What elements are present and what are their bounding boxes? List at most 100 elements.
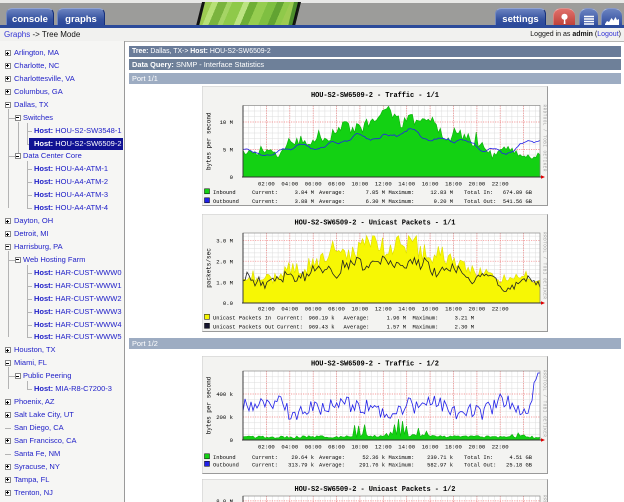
svg-text:bytes per second: bytes per second [206,112,213,170]
svg-text:313.79 k: 313.79 k [288,463,314,469]
svg-text:22:00: 22:00 [492,444,509,451]
svg-text:291.76 k: 291.76 k [359,463,385,469]
svg-text:packets/sec: packets/sec [206,248,213,288]
svg-text:1.96 M: 1.96 M [387,316,406,322]
svg-text:RRDTOOL / TOBI OETIKER: RRDTOOL / TOBI OETIKER [542,370,547,437]
svg-text:HOU-S2-SW6509-2 - Unicast Pack: HOU-S2-SW6509-2 - Unicast Packets - 1/2 [295,486,456,494]
svg-text:674.89 GB: 674.89 GB [503,190,533,196]
svg-text:9.20 M: 9.20 M [434,199,453,205]
svg-text:52.36 k: 52.36 k [362,455,385,461]
svg-text:Average:: Average: [319,199,345,205]
svg-text:Average:: Average: [319,463,345,469]
svg-text:Average:: Average: [319,190,345,196]
svg-text:6.30 M: 6.30 M [366,199,385,205]
svg-text:8.0 M: 8.0 M [216,498,233,502]
svg-text:20:00: 20:00 [469,444,486,451]
svg-text:10:00: 10:00 [352,181,369,188]
svg-text:08:00: 08:00 [328,181,345,188]
svg-text:Current:: Current: [252,190,278,196]
svg-text:12.83 M: 12.83 M [430,190,453,196]
svg-text:400 k: 400 k [216,391,233,398]
svg-text:10 M: 10 M [220,119,233,126]
svg-text:25.18 GB: 25.18 GB [506,463,533,469]
svg-text:14:00: 14:00 [398,306,415,313]
svg-text:3.88 M: 3.88 M [295,199,314,205]
svg-text:Unicast Packets Out: Unicast Packets Out [213,325,274,331]
svg-text:02:00: 02:00 [258,181,275,188]
svg-text:bytes per second: bytes per second [206,376,213,434]
svg-text:3.0 M: 3.0 M [216,238,233,245]
svg-text:18:00: 18:00 [445,181,462,188]
svg-text:16:00: 16:00 [422,306,439,313]
svg-text:04:00: 04:00 [281,181,298,188]
svg-text:02:00: 02:00 [258,306,275,313]
svg-text:Maximum:: Maximum: [389,463,415,469]
svg-text:239.71 k: 239.71 k [427,455,453,461]
svg-text:Average:: Average: [344,325,370,331]
svg-text:RRDTOOL / TOBI OETIKER: RRDTOOL / TOBI OETIKER [542,105,547,172]
svg-text:2.30 M: 2.30 M [455,325,474,331]
svg-text:960.19 k: 960.19 k [309,316,335,322]
svg-text:12:00: 12:00 [375,181,392,188]
svg-text:HOU-S2-SW6509-2 - Traffic - 1/: HOU-S2-SW6509-2 - Traffic - 1/1 [311,92,439,100]
svg-text:2.0 M: 2.0 M [216,258,233,265]
svg-text:RRDTOOL / TOBI OETIKER: RRDTOOL / TOBI OETIKER [542,495,547,502]
svg-text:04:00: 04:00 [281,444,298,451]
svg-text:3.21 M: 3.21 M [455,316,474,322]
svg-text:Outbound: Outbound [213,199,239,205]
svg-text:969.43 k: 969.43 k [309,325,335,331]
svg-text:20:00: 20:00 [469,181,486,188]
svg-text:16:00: 16:00 [422,444,439,451]
svg-text:Inbound: Inbound [213,455,236,461]
svg-text:04:00: 04:00 [281,306,298,313]
svg-text:Current:: Current: [277,316,303,322]
svg-text:14:00: 14:00 [398,181,415,188]
svg-text:Total Out:: Total Out: [464,463,496,469]
svg-text:06:00: 06:00 [305,306,322,313]
svg-text:22:00: 22:00 [492,181,509,188]
svg-text:HOU-S2-SW6509-2 - Unicast Pack: HOU-S2-SW6509-2 - Unicast Packets - 1/1 [295,220,456,228]
svg-text:1.57 M: 1.57 M [387,325,406,331]
svg-text:3.84 M: 3.84 M [295,190,314,196]
svg-text:Current:: Current: [252,199,278,205]
svg-text:18:00: 18:00 [445,444,462,451]
svg-text:1.0 M: 1.0 M [216,279,233,286]
svg-text:Maximum:: Maximum: [389,190,415,196]
svg-text:200 k: 200 k [216,414,233,421]
svg-text:HOU-S2-SW6509-2 - Traffic - 1/: HOU-S2-SW6509-2 - Traffic - 1/2 [311,361,439,369]
svg-text:08:00: 08:00 [328,306,345,313]
svg-text:Maximum:: Maximum: [413,316,439,322]
svg-text:Current:: Current: [252,455,278,461]
svg-text:Maximum:: Maximum: [389,455,415,461]
svg-text:02:00: 02:00 [258,444,275,451]
svg-text:06:00: 06:00 [305,181,322,188]
svg-text:Total Out:: Total Out: [464,199,496,205]
svg-text:5 M: 5 M [223,147,233,154]
svg-text:20:00: 20:00 [469,306,486,313]
svg-text:20.64 k: 20.64 k [291,455,314,461]
svg-text:Inbound: Inbound [213,190,236,196]
svg-text:08:00: 08:00 [328,444,345,451]
svg-text:10:00: 10:00 [352,306,369,313]
svg-text:18:00: 18:00 [445,306,462,313]
svg-text:Total In:: Total In: [464,455,493,461]
svg-text:Maximum:: Maximum: [389,199,415,205]
svg-text:4.51 GB: 4.51 GB [509,455,532,461]
svg-text:Current:: Current: [252,463,278,469]
svg-text:Average:: Average: [344,316,370,322]
svg-text:Current:: Current: [277,325,303,331]
svg-text:06:00: 06:00 [305,444,322,451]
svg-text:12:00: 12:00 [375,306,392,313]
svg-text:12:00: 12:00 [375,444,392,451]
svg-text:RRDTOOL / TOBI OETIKER: RRDTOOL / TOBI OETIKER [542,232,547,299]
svg-text:16:00: 16:00 [422,181,439,188]
svg-text:Total In:: Total In: [464,190,493,196]
svg-text:22:00: 22:00 [492,306,509,313]
svg-text:Maximum:: Maximum: [413,325,439,331]
svg-text:Unicast Packets In: Unicast Packets In [213,316,271,322]
svg-text:14:00: 14:00 [398,444,415,451]
svg-text:7.85 M: 7.85 M [366,190,385,196]
svg-text:582.97 k: 582.97 k [427,463,453,469]
svg-text:10:00: 10:00 [352,444,369,451]
svg-text:0.0: 0.0 [223,300,234,307]
